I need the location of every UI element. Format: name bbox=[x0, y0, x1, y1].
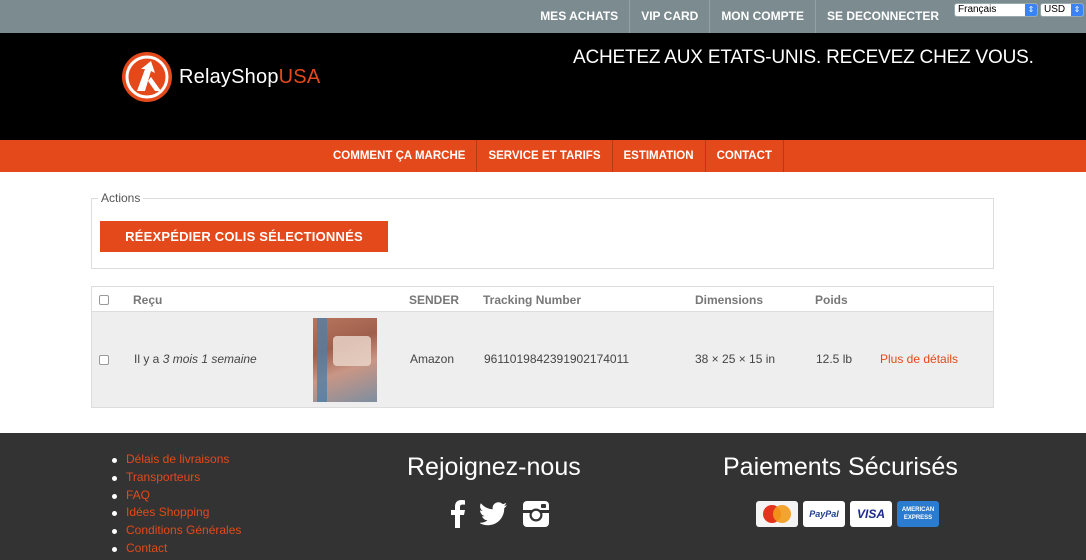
site-footer: Délais de livraisons Transporteurs FAQ I… bbox=[0, 433, 1086, 560]
select-all-checkbox[interactable] bbox=[99, 295, 109, 305]
details-link[interactable]: Plus de détails bbox=[880, 352, 958, 366]
amex-icon: AMERICAN EXPRESS bbox=[897, 501, 939, 527]
nav-contact[interactable]: CONTACT bbox=[706, 140, 784, 172]
table-row: Il y a 3 mois 1 semaine Amazon 961101984… bbox=[92, 312, 993, 407]
nav-my-account[interactable]: MON COMPTE bbox=[709, 0, 815, 33]
select-arrows-icon: ⇕ bbox=[1025, 4, 1037, 16]
top-utility-bar: MES ACHATS VIP CARD MON COMPTE SE DECONN… bbox=[0, 0, 1086, 33]
currency-select-value: USD bbox=[1044, 4, 1066, 15]
social-links bbox=[450, 500, 550, 528]
twitter-icon[interactable] bbox=[480, 502, 508, 526]
tracking-cell: 9611019842391902174011 bbox=[484, 352, 630, 366]
site-header: RelayShopUSA ACHETEZ AUX ETATS-UNIS. REC… bbox=[0, 33, 1086, 140]
table-header: Reçu SENDER Tracking Number Dimensions P… bbox=[92, 287, 993, 312]
column-received: Reçu bbox=[133, 293, 163, 307]
column-tracking: Tracking Number bbox=[483, 293, 582, 307]
logo-word-relayshop: RelayShop bbox=[179, 65, 279, 88]
footer-link-carriers[interactable]: Transporteurs bbox=[126, 470, 200, 484]
header-tagline: ACHETEZ AUX ETATS-UNIS. RECEVEZ CHEZ VOU… bbox=[573, 47, 1034, 68]
column-weight: Poids bbox=[815, 293, 848, 307]
footer-link-shopping-ideas[interactable]: Idées Shopping bbox=[126, 505, 209, 519]
language-select-value: Français bbox=[958, 4, 997, 15]
package-photo[interactable] bbox=[313, 318, 377, 402]
received-prefix: Il y a bbox=[134, 352, 160, 366]
weight-cell: 12.5 lb bbox=[816, 352, 853, 366]
payment-cards: PayPal VISA AMERICAN EXPRESS bbox=[756, 501, 939, 527]
column-dimensions: Dimensions bbox=[695, 293, 764, 307]
reship-selected-button[interactable]: RÉEXPÉDIER COLIS SÉLECTIONNÉS bbox=[100, 221, 388, 252]
site-logo[interactable]: RelayShopUSA bbox=[121, 51, 320, 103]
dimensions-cell: 38 × 25 × 15 in bbox=[695, 352, 776, 366]
row-select-checkbox[interactable] bbox=[99, 355, 109, 365]
logo-wordmark: RelayShopUSA bbox=[179, 66, 320, 89]
instagram-icon[interactable] bbox=[522, 500, 550, 528]
relayshop-logo-icon bbox=[122, 52, 172, 102]
account-nav: MES ACHATS VIP CARD MON COMPTE SE DECONN… bbox=[529, 0, 950, 33]
nav-my-purchases[interactable]: MES ACHATS bbox=[529, 0, 629, 33]
list-item: Délais de livraisons bbox=[110, 451, 241, 469]
main-nav: COMMENT ÇA MARCHE SERVICE ET TARIFS ESTI… bbox=[0, 140, 1086, 172]
actions-legend: Actions bbox=[98, 191, 144, 205]
mastercard-icon bbox=[756, 501, 798, 527]
visa-icon: VISA bbox=[850, 501, 892, 527]
paypal-icon: PayPal bbox=[803, 501, 845, 527]
footer-link-terms[interactable]: Conditions Générales bbox=[126, 523, 241, 537]
received-ago: 3 mois 1 semaine bbox=[162, 352, 257, 366]
footer-links: Délais de livraisons Transporteurs FAQ I… bbox=[110, 451, 241, 558]
received-cell: Il y a 3 mois 1 semaine bbox=[134, 352, 257, 366]
nav-logout[interactable]: SE DECONNECTER bbox=[814, 0, 950, 33]
nav-how-it-works[interactable]: COMMENT ÇA MARCHE bbox=[322, 140, 478, 172]
list-item: Conditions Générales bbox=[110, 522, 241, 540]
currency-select[interactable]: USD ⇕ bbox=[1040, 3, 1084, 17]
footer-link-contact[interactable]: Contact bbox=[126, 541, 167, 555]
packages-table: Reçu SENDER Tracking Number Dimensions P… bbox=[91, 286, 994, 408]
list-item: Idées Shopping bbox=[110, 504, 241, 522]
nav-vip-card[interactable]: VIP CARD bbox=[629, 0, 709, 33]
sender-cell: Amazon bbox=[410, 352, 455, 366]
join-us-title: Rejoignez-nous bbox=[407, 453, 581, 481]
list-item: Contact bbox=[110, 540, 241, 558]
footer-link-faq[interactable]: FAQ bbox=[126, 488, 150, 502]
facebook-icon[interactable] bbox=[450, 500, 466, 528]
nav-estimate[interactable]: ESTIMATION bbox=[613, 140, 706, 172]
select-arrows-icon: ⇕ bbox=[1071, 4, 1083, 16]
language-select[interactable]: Français ⇕ bbox=[954, 3, 1038, 17]
list-item: FAQ bbox=[110, 487, 241, 505]
actions-fieldset: Actions RÉEXPÉDIER COLIS SÉLECTIONNÉS bbox=[91, 191, 994, 269]
list-item: Transporteurs bbox=[110, 469, 241, 487]
secure-payments-title: Paiements Sécurisés bbox=[723, 453, 958, 481]
footer-link-delivery-times[interactable]: Délais de livraisons bbox=[126, 452, 229, 466]
logo-word-usa: USA bbox=[278, 65, 321, 88]
nav-service-pricing[interactable]: SERVICE ET TARIFS bbox=[477, 140, 613, 172]
column-sender: SENDER bbox=[409, 293, 460, 307]
